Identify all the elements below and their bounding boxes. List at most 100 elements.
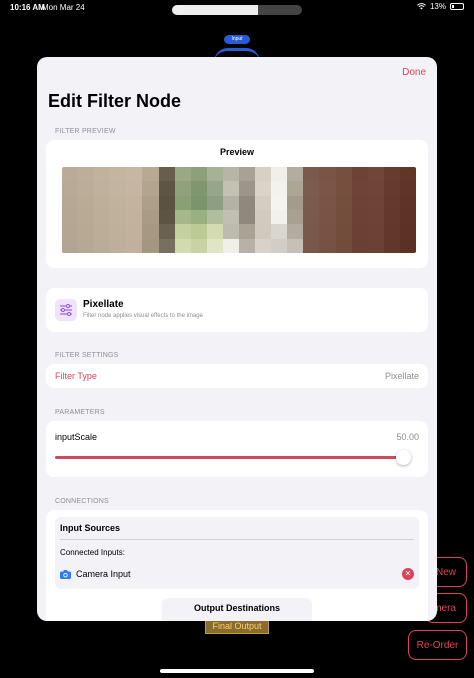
mosaic-cell — [78, 238, 95, 253]
mosaic-cell — [158, 224, 175, 239]
home-indicator[interactable] — [160, 669, 314, 673]
mosaic-cell — [110, 195, 127, 210]
mosaic-cell — [271, 209, 288, 225]
mosaic-cell — [335, 224, 352, 239]
reorder-button[interactable]: Re-Order — [408, 630, 467, 660]
mosaic-cell — [335, 238, 352, 253]
mosaic-cell — [158, 209, 175, 225]
section-header-connections: CONNECTIONS — [55, 498, 109, 505]
mosaic-cell — [206, 209, 223, 225]
mosaic-cell — [174, 209, 191, 225]
mosaic-cell — [351, 224, 368, 239]
mosaic-cell — [110, 209, 127, 225]
battery-icon — [450, 3, 464, 10]
mosaic-cell — [78, 195, 95, 210]
mosaic-cell — [303, 181, 320, 196]
slider-thumb[interactable] — [396, 450, 411, 465]
mosaic-cell — [222, 167, 239, 182]
mosaic-cell — [239, 195, 256, 210]
mosaic-cell — [239, 209, 256, 225]
done-button[interactable]: Done — [402, 67, 426, 78]
mosaic-cell — [399, 224, 416, 239]
mosaic-cell — [399, 238, 416, 253]
section-header-filter-preview: FILTER PREVIEW — [55, 128, 116, 135]
mosaic-cell — [367, 167, 384, 182]
mosaic-cell — [190, 238, 207, 253]
filter-type-value: Pixellate — [384, 371, 419, 381]
mosaic-cell — [126, 209, 143, 225]
mosaic-cell — [206, 181, 223, 196]
mosaic-cell — [190, 209, 207, 225]
mosaic-cell — [142, 181, 159, 196]
mosaic-cell — [319, 181, 336, 196]
input-scale-slider[interactable] — [55, 450, 411, 465]
mosaic-cell — [110, 181, 127, 196]
mosaic-cell — [271, 238, 288, 253]
mosaic-cell — [78, 167, 95, 182]
filter-type-row[interactable]: Filter Type Pixellate — [46, 364, 428, 388]
preview-title: Preview — [219, 147, 255, 157]
mosaic-cell — [62, 224, 79, 239]
mosaic-cell — [239, 224, 256, 239]
mosaic-cell — [78, 181, 95, 196]
mosaic-cell — [287, 238, 304, 253]
mosaic-cell — [190, 195, 207, 210]
mosaic-cell — [303, 195, 320, 210]
remove-icon[interactable]: ✕ — [402, 568, 414, 580]
mosaic-cell — [62, 181, 79, 196]
mosaic-cell — [126, 195, 143, 210]
multitask-indicator[interactable] — [172, 5, 302, 15]
mosaic-cell — [142, 224, 159, 239]
mosaic-cell — [94, 181, 111, 196]
mosaic-cell — [239, 238, 256, 253]
mosaic-cell — [158, 195, 175, 210]
mosaic-cell — [351, 195, 368, 210]
mosaic-cell — [383, 224, 400, 239]
preview-image — [62, 167, 416, 253]
mosaic-cell — [206, 224, 223, 239]
mosaic-cell — [383, 209, 400, 225]
wifi-icon — [417, 3, 426, 10]
camera-input-label: Camera Input — [76, 569, 131, 579]
mosaic-cell — [222, 224, 239, 239]
mosaic-cell — [206, 238, 223, 253]
mosaic-cell — [126, 238, 143, 253]
edit-filter-sheet: Done Edit Filter Node FILTER PREVIEW Pre… — [37, 57, 437, 621]
mosaic-cell — [255, 238, 272, 253]
parameter-card: inputScale 50.00 — [46, 421, 428, 477]
mosaic-cell — [222, 181, 239, 196]
input-node-label[interactable]: Input — [224, 35, 250, 44]
mosaic-cell — [255, 209, 272, 225]
mosaic-cell — [287, 181, 304, 196]
mosaic-cell — [303, 224, 320, 239]
sliders-icon — [55, 299, 77, 321]
mosaic-cell — [62, 209, 79, 225]
mosaic-cell — [383, 181, 400, 196]
mosaic-cell — [287, 195, 304, 210]
mosaic-cell — [94, 209, 111, 225]
output-destinations-box: Output Destinations — [162, 598, 312, 621]
status-time: 10:16 AM — [10, 3, 45, 12]
mosaic-cell — [142, 209, 159, 225]
mosaic-cell — [367, 181, 384, 196]
mosaic-cell — [335, 209, 352, 225]
mosaic-cell — [239, 167, 256, 182]
mosaic-cell — [319, 209, 336, 225]
mosaic-cell — [303, 209, 320, 225]
mosaic-cell — [399, 167, 416, 182]
mosaic-cell — [174, 195, 191, 210]
mosaic-cell — [239, 181, 256, 196]
slider-fill — [55, 456, 404, 459]
mosaic-cell — [255, 167, 272, 182]
mosaic-cell — [222, 238, 239, 253]
mosaic-cell — [287, 224, 304, 239]
section-header-filter-settings: FILTER SETTINGS — [55, 352, 119, 359]
mosaic-cell — [190, 224, 207, 239]
mosaic-cell — [110, 238, 127, 253]
mosaic-cell — [126, 167, 143, 182]
mosaic-cell — [287, 167, 304, 182]
mosaic-cell — [62, 195, 79, 210]
status-indicators: 13% — [417, 2, 464, 11]
filter-info-card: Pixellate Filter node applies visual eff… — [46, 288, 428, 332]
mosaic-cell — [319, 238, 336, 253]
